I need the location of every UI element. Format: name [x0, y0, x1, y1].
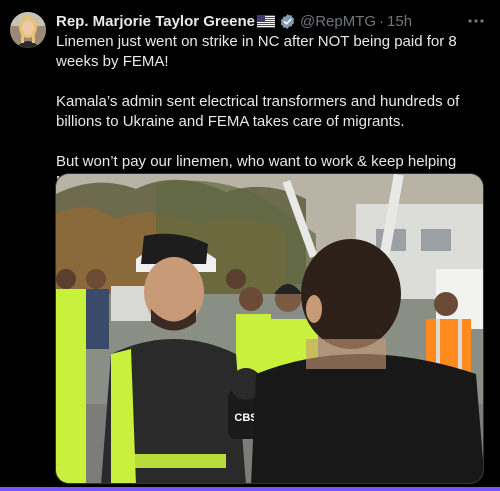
video-frame: CBS — [56, 174, 483, 483]
author-handle[interactable]: @RepMTG — [300, 13, 376, 30]
us-flag-icon — [256, 14, 275, 28]
tweet-paragraph: Linemen just went on strike in NC after … — [56, 33, 457, 70]
tweet-paragraph: Kamala’s admin sent electrical transform… — [56, 93, 460, 130]
author-avatar[interactable] — [10, 12, 46, 48]
tweet-video[interactable]: CBS — [55, 173, 484, 484]
verified-badge-icon[interactable] — [279, 13, 296, 30]
tweet-card[interactable]: Rep. Marjorie Taylor Greene @RepMTG · 15… — [0, 0, 500, 491]
tweet-timestamp[interactable]: 15h — [387, 13, 412, 30]
header-separator: · — [379, 12, 385, 30]
author-name[interactable]: Rep. Marjorie Taylor Greene — [56, 13, 255, 30]
more-options-icon[interactable] — [466, 12, 486, 30]
tweet-header: Rep. Marjorie Taylor Greene @RepMTG · 15… — [56, 12, 460, 30]
bottom-accent-bar — [0, 487, 500, 491]
